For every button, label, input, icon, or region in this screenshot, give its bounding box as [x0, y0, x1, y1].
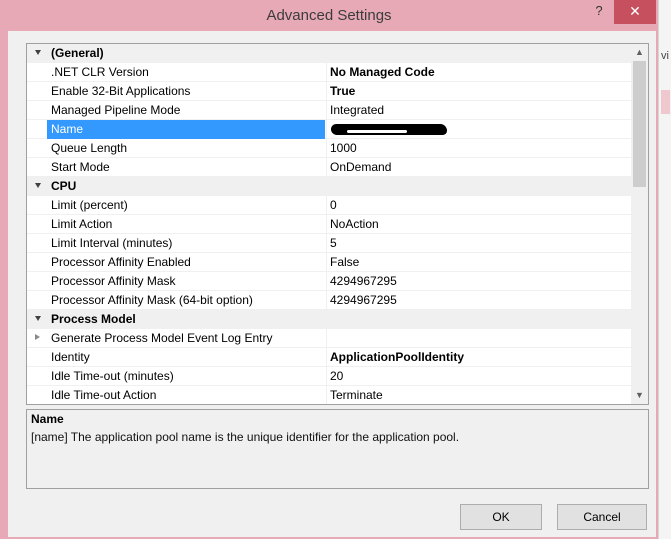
row-gutter [27, 367, 47, 386]
property-value[interactable]: 20 [326, 367, 631, 386]
row-gutter [27, 177, 47, 196]
collapse-triangle-icon[interactable] [35, 50, 41, 55]
property-value[interactable]: 4294967295 [326, 272, 631, 291]
property-row[interactable]: Limit Action NoAction [27, 215, 631, 234]
row-gutter [27, 234, 47, 253]
property-row[interactable]: Processor Affinity Mask (64-bit option) 4… [27, 291, 631, 310]
row-gutter [27, 348, 47, 367]
scroll-down-icon[interactable]: ▼ [631, 387, 648, 404]
category-row[interactable]: CPU [27, 177, 631, 196]
row-gutter [27, 253, 47, 272]
background-text-fragment: vi [661, 50, 669, 62]
property-name: Processor Affinity Enabled [51, 255, 191, 269]
property-row[interactable]: Identity ApplicationPoolIdentity [27, 348, 631, 367]
property-value[interactable]: Terminate [326, 386, 631, 404]
property-name: Identity [51, 350, 90, 364]
row-gutter [27, 120, 47, 139]
cancel-button[interactable]: Cancel [557, 504, 647, 530]
row-gutter [27, 44, 47, 63]
property-name: Start Mode [51, 160, 110, 174]
property-row[interactable]: .NET CLR Version No Managed Code [27, 63, 631, 82]
category-label: (General) [51, 46, 104, 60]
row-gutter [27, 215, 47, 234]
collapse-triangle-icon[interactable] [35, 316, 41, 321]
category-label: CPU [51, 179, 77, 193]
close-button[interactable]: ✕ [614, 0, 656, 24]
property-value[interactable]: Integrated [326, 101, 631, 120]
redacted-value-scribble [331, 124, 447, 135]
row-gutter [27, 291, 47, 310]
property-value[interactable]: No Managed Code [326, 63, 631, 82]
property-name: Name [47, 120, 325, 139]
property-value[interactable]: 1000 [326, 139, 631, 158]
property-value[interactable]: False [326, 253, 631, 272]
row-gutter [27, 272, 47, 291]
property-row[interactable]: Processor Affinity Mask 4294967295 [27, 272, 631, 291]
vertical-scrollbar[interactable]: ▲ ▼ [631, 44, 648, 404]
property-name: Limit Interval (minutes) [51, 236, 173, 250]
property-name: Queue Length [51, 141, 128, 155]
row-gutter [27, 329, 47, 348]
property-row[interactable]: Limit Interval (minutes) 5 [27, 234, 631, 253]
close-icon: ✕ [629, 3, 641, 19]
property-value[interactable]: OnDemand [326, 158, 631, 177]
row-gutter [27, 386, 47, 404]
property-grid[interactable]: (General) .NET CLR Version No Managed Code… [26, 43, 649, 405]
advanced-settings-dialog: Advanced Settings ? ✕ (General) .NET CLR … [0, 0, 658, 539]
property-row[interactable]: Name [27, 120, 631, 139]
expand-triangle-icon[interactable] [35, 334, 40, 340]
property-value[interactable]: 5 [326, 234, 631, 253]
property-row[interactable]: Start Mode OnDemand [27, 158, 631, 177]
row-gutter [27, 196, 47, 215]
background-highlight [661, 90, 670, 114]
property-value[interactable]: ApplicationPoolIdentity [326, 348, 631, 367]
help-button[interactable]: ? [586, 0, 612, 24]
row-gutter [27, 158, 47, 177]
property-name: Processor Affinity Mask (64-bit option) [51, 293, 253, 307]
property-name: Processor Affinity Mask [51, 274, 176, 288]
category-row[interactable]: (General) [27, 44, 631, 63]
row-gutter [27, 310, 47, 329]
property-name: Enable 32-Bit Applications [51, 84, 191, 98]
property-row[interactable]: Idle Time-out (minutes) 20 [27, 367, 631, 386]
property-row[interactable]: Idle Time-out Action Terminate [27, 386, 631, 404]
property-name: Idle Time-out Action [51, 388, 157, 402]
background-window-edge: vi [658, 0, 671, 539]
description-panel: Name [name] The application pool name is… [26, 409, 649, 489]
property-row[interactable]: Limit (percent) 0 [27, 196, 631, 215]
property-row[interactable]: Queue Length 1000 [27, 139, 631, 158]
description-text: [name] The application pool name is the … [31, 430, 460, 444]
property-row[interactable]: Enable 32-Bit Applications True [27, 82, 631, 101]
ok-button[interactable]: OK [460, 504, 542, 530]
title-bar[interactable]: Advanced Settings ? ✕ [0, 0, 658, 32]
category-row[interactable]: Process Model [27, 310, 631, 329]
property-name: Idle Time-out (minutes) [51, 369, 174, 383]
property-name: Managed Pipeline Mode [51, 103, 181, 117]
dialog-client-area: (General) .NET CLR Version No Managed Code… [8, 31, 656, 537]
property-value[interactable]: 4294967295 [326, 291, 631, 310]
property-name: Limit (percent) [51, 198, 128, 212]
property-value[interactable]: 0 [326, 196, 631, 215]
row-gutter [27, 82, 47, 101]
scroll-thumb[interactable] [633, 61, 646, 187]
property-name: Generate Process Model Event Log Entry [51, 331, 273, 345]
property-row[interactable]: Processor Affinity Enabled False [27, 253, 631, 272]
property-row[interactable]: Generate Process Model Event Log Entry [27, 329, 631, 348]
property-name: Limit Action [51, 217, 113, 231]
property-value[interactable]: NoAction [326, 215, 631, 234]
property-value[interactable]: True [326, 82, 631, 101]
description-title: Name [31, 412, 64, 426]
row-gutter [27, 101, 47, 120]
row-gutter [27, 63, 47, 82]
property-name: .NET CLR Version [51, 65, 149, 79]
property-row[interactable]: Managed Pipeline Mode Integrated [27, 101, 631, 120]
scroll-up-icon[interactable]: ▲ [631, 44, 648, 61]
row-gutter [27, 139, 47, 158]
category-label: Process Model [51, 312, 136, 326]
window-title: Advanced Settings [266, 7, 392, 24]
collapse-triangle-icon[interactable] [35, 183, 41, 188]
property-value[interactable] [326, 329, 631, 348]
property-value[interactable] [326, 120, 631, 139]
